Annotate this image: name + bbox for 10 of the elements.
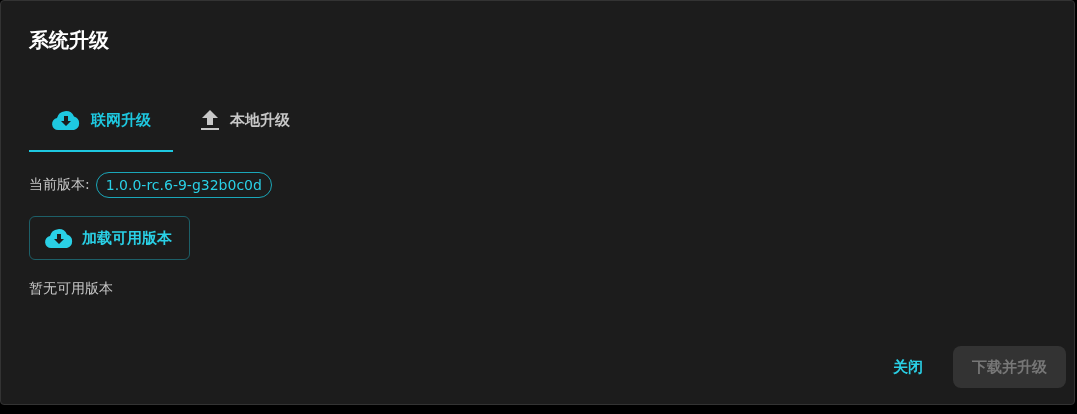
status-text: 暂无可用版本 [29, 280, 114, 298]
close-button[interactable]: 关闭 [877, 347, 939, 387]
version-label: 当前版本: [29, 176, 90, 194]
upload-icon [200, 109, 220, 131]
cloud-download-icon [51, 109, 81, 131]
tab[interactable]: 联网升级 [29, 100, 173, 152]
tab[interactable]: 本地升级 [173, 100, 317, 152]
load-versions-button[interactable]: 加载可用版本 [29, 216, 190, 260]
dialog-title: 系统升级 [29, 27, 110, 54]
cloud-download-icon [44, 227, 74, 249]
